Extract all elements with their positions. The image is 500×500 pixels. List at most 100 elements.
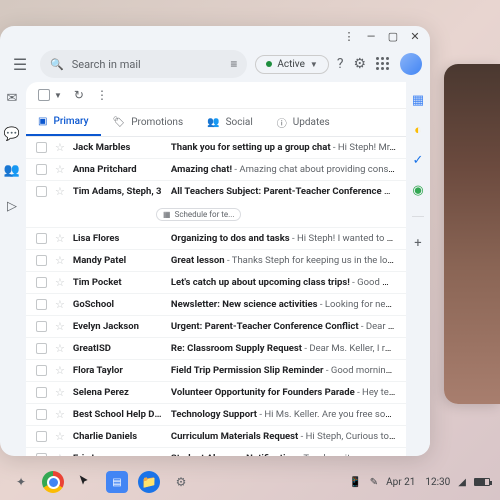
email-checkbox[interactable]	[36, 233, 47, 244]
shelf-time[interactable]: 12:30	[425, 477, 450, 488]
email-row[interactable]: ☆Lisa FloresOrganizing to dos and tasks …	[26, 228, 406, 250]
active-status-chip[interactable]: Active ▼	[255, 55, 328, 74]
email-checkbox[interactable]	[36, 142, 47, 153]
email-row[interactable]: ☆Eric LoganStudent Absence Notification …	[26, 448, 406, 456]
spaces-rail-icon[interactable]: 👥	[2, 160, 22, 180]
stylus-icon[interactable]: ✎	[370, 477, 378, 488]
meet-rail-icon[interactable]: ▷	[2, 196, 22, 216]
shelf-date[interactable]: Apr 21	[386, 477, 415, 488]
email-checkbox[interactable]	[36, 299, 47, 310]
phone-hub-icon[interactable]: 📱	[349, 477, 361, 488]
shelf-settings-icon[interactable]: ⚙	[170, 471, 192, 493]
secondary-window-content	[444, 64, 500, 404]
email-subject: Urgent: Parent-Teacher Conference Confli…	[171, 321, 359, 332]
email-checkbox[interactable]	[36, 186, 47, 197]
tasks-icon[interactable]: ✓	[410, 152, 426, 168]
star-icon[interactable]: ☆	[55, 232, 65, 245]
wifi-icon[interactable]: ◢	[458, 477, 466, 488]
search-filter-icon[interactable]: ≡	[230, 57, 237, 71]
email-row[interactable]: ☆Flora TaylorField Trip Permission Slip …	[26, 360, 406, 382]
email-preview: - Good morning, I hope this email finds …	[324, 365, 396, 376]
chrome-icon[interactable]	[42, 471, 64, 493]
add-panel-icon[interactable]: +	[410, 235, 426, 251]
star-icon[interactable]: ☆	[55, 408, 65, 421]
star-icon[interactable]: ☆	[55, 185, 65, 198]
mail-rail-icon[interactable]: ✉	[2, 88, 22, 108]
docs-icon[interactable]: ▤	[106, 471, 128, 493]
search-input[interactable]: 🔍 Search in mail ≡	[40, 50, 247, 78]
help-icon[interactable]: ?	[337, 56, 344, 72]
calendar-icon[interactable]: ▦	[410, 92, 426, 108]
email-sender: Selena Perez	[73, 387, 163, 398]
select-dropdown-icon[interactable]: ▼	[54, 91, 62, 100]
inbox-toolbar: ▼ ↻ ⋮	[26, 82, 406, 109]
star-icon[interactable]: ☆	[55, 163, 65, 176]
email-checkbox[interactable]	[36, 277, 47, 288]
contacts-icon[interactable]: ◉	[410, 182, 426, 198]
tab-social[interactable]: 👥Social	[195, 109, 265, 136]
email-row[interactable]: ☆Mandy PatelGreat lesson - Thanks Steph …	[26, 250, 406, 272]
email-row[interactable]: ☆Jack MarblesThank you for setting up a …	[26, 137, 406, 159]
star-icon[interactable]: ☆	[55, 298, 65, 311]
star-icon[interactable]: ☆	[55, 386, 65, 399]
cursor-pointer-icon[interactable]	[74, 471, 96, 493]
close-icon[interactable]: ✕	[408, 29, 422, 43]
apps-grid-icon[interactable]	[376, 57, 390, 71]
email-checkbox[interactable]	[36, 321, 47, 332]
battery-icon[interactable]	[474, 478, 490, 486]
account-avatar[interactable]	[400, 53, 422, 75]
active-label: Active	[277, 59, 305, 70]
email-row[interactable]: ☆ Evelyn Jackson Urgent: Parent-Teacher Co…	[26, 316, 406, 338]
hamburger-menu-icon[interactable]: ☰	[8, 52, 32, 76]
star-icon[interactable]: ☆	[55, 276, 65, 289]
select-all-checkbox[interactable]	[38, 89, 50, 101]
calendar-chip[interactable]: ▦Schedule for te...	[156, 208, 241, 221]
email-text: Student Absence Notification - To whom i…	[171, 453, 396, 456]
email-checkbox[interactable]	[36, 343, 47, 354]
star-icon[interactable]: ☆	[55, 452, 65, 456]
email-row[interactable]: ☆Selena PerezVolunteer Opportunity for F…	[26, 382, 406, 404]
email-checkbox[interactable]	[36, 365, 47, 376]
email-checkbox[interactable]	[36, 453, 47, 456]
email-row[interactable]: ☆GoSchoolNewsletter: New science activit…	[26, 294, 406, 316]
email-row[interactable]: ☆Charlie DanielsCurriculum Materials Req…	[26, 426, 406, 448]
star-icon[interactable]: ☆	[55, 364, 65, 377]
email-row[interactable]: ☆GreatISDRe: Classroom Supply Request - …	[26, 338, 406, 360]
star-icon[interactable]: ☆	[55, 342, 65, 355]
chat-rail-icon[interactable]: 💬	[2, 124, 22, 144]
email-checkbox[interactable]	[36, 387, 47, 398]
email-subject: All Teachers Subject: Parent-Teacher Con…	[171, 186, 396, 197]
tab-promotions[interactable]: 🏷Promotions	[101, 109, 196, 136]
settings-gear-icon[interactable]: ⚙	[353, 56, 366, 72]
email-row[interactable]: ☆Anna PritchardAmazing chat! - Amazing c…	[26, 159, 406, 181]
email-checkbox[interactable]	[36, 255, 47, 266]
secondary-window[interactable]	[444, 64, 500, 404]
email-row[interactable]: ☆Tim Adams, Steph, 3All Teachers Subject…	[26, 181, 406, 228]
email-text: Curriculum Materials Request - Hi Steph,…	[171, 431, 396, 442]
email-subject: Organizing to dos and tasks	[171, 233, 290, 244]
tab-updates[interactable]: ⓘUpdates	[265, 109, 342, 136]
email-preview: - Looking for new science activities for…	[318, 299, 396, 310]
more-actions-icon[interactable]: ⋮	[96, 88, 108, 102]
email-row[interactable]: ☆Tim PocketLet's catch up about upcoming…	[26, 272, 406, 294]
email-sender: Flora Taylor	[73, 365, 163, 376]
star-icon[interactable]: ☆	[55, 320, 65, 333]
email-checkbox[interactable]	[36, 409, 47, 420]
email-subject: Amazing chat!	[171, 164, 232, 175]
email-checkbox[interactable]	[36, 164, 47, 175]
keep-icon[interactable]: ◐	[410, 122, 426, 138]
files-icon[interactable]: 📁	[138, 471, 160, 493]
maximize-icon[interactable]: ▢	[386, 29, 400, 43]
star-icon[interactable]: ☆	[55, 141, 65, 154]
more-vert-icon[interactable]: ⋮	[342, 29, 356, 43]
tab-primary[interactable]: ▣Primary	[26, 109, 101, 136]
email-text: Great lesson - Thanks Steph for keeping …	[171, 255, 396, 266]
star-icon[interactable]: ☆	[55, 254, 65, 267]
email-row[interactable]: ☆Best School Help DeskTechnology Support…	[26, 404, 406, 426]
minimize-icon[interactable]: —	[364, 29, 378, 43]
star-icon[interactable]: ☆	[55, 430, 65, 443]
launcher-sparkle-icon[interactable]: ✦	[10, 471, 32, 493]
refresh-icon[interactable]: ↻	[74, 88, 84, 102]
email-checkbox[interactable]	[36, 431, 47, 442]
email-sender: Evelyn Jackson	[73, 321, 163, 332]
